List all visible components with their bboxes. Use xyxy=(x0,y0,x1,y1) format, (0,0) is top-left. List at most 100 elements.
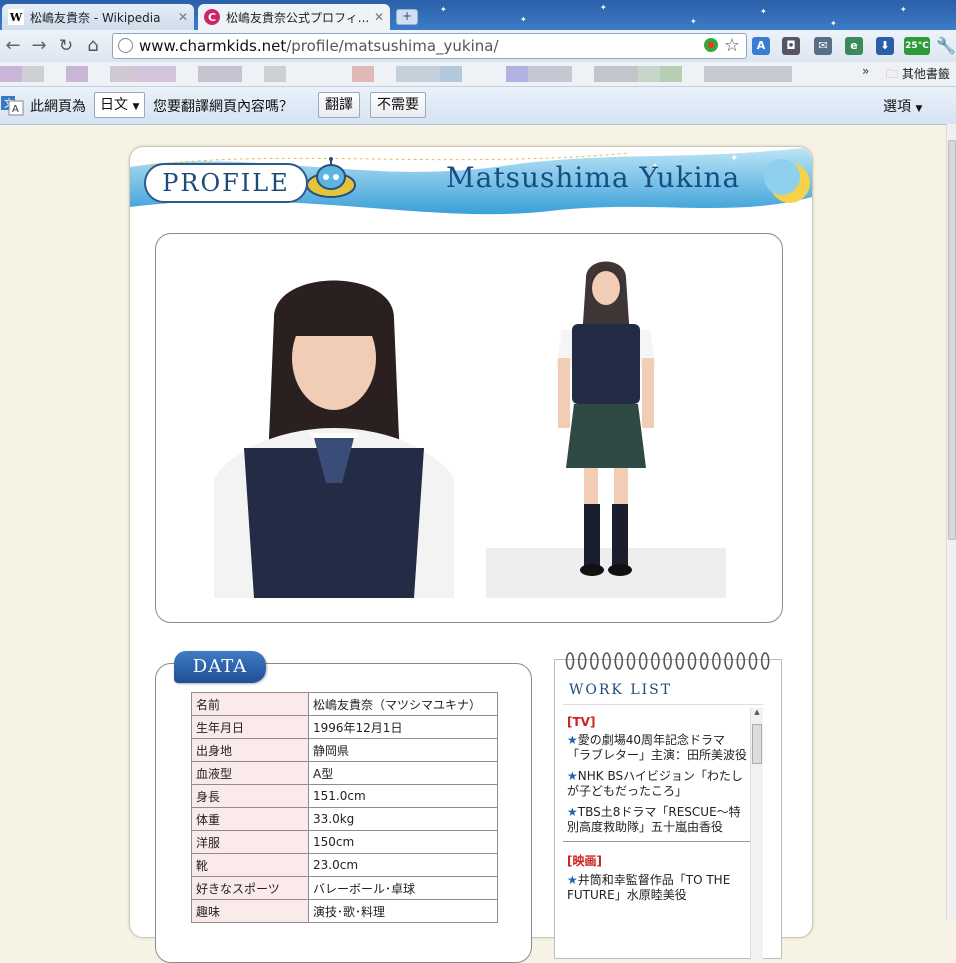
translate-question: 您要翻譯網頁內容嗎？ xyxy=(153,99,293,115)
browser-toolbar: ← → ↻ ⌂ www.charmkids.net/profile/matsus… xyxy=(0,30,956,62)
photo-frame xyxy=(155,233,783,623)
mail-icon[interactable]: ✉ xyxy=(814,37,832,55)
star-decoration: ✦ xyxy=(440,5,447,14)
other-bookmarks[interactable]: 🗀 其他書籤 xyxy=(886,65,950,86)
work-list-panel: WORK LIST [TV] ★愛の劇場40周年記念ドラマ「ラブレター」主演：田… xyxy=(554,659,782,961)
work-list-scrollbar-thumb[interactable] xyxy=(752,724,762,764)
folder-icon: 🗀 xyxy=(886,67,899,81)
work-item-text: 愛の劇場40周年記念ドラマ「ラブレター」主演：田所美波役 xyxy=(567,733,748,762)
data-value: 150cm xyxy=(308,830,498,854)
star-decoration: ✦ xyxy=(830,19,837,28)
tab-strip: ✦ ✦ ✦ ✦ ✦ ✦ ✦ W 松嶋友貴奈 - Wikipedia ✕ C 松嶋… xyxy=(0,0,956,30)
profile-banner: ✦ ✦ ✦ ✦ PROFILE Matsushima Yukina xyxy=(130,147,812,219)
divider xyxy=(563,841,753,842)
data-value: 23.0cm xyxy=(308,853,498,877)
work-item-text: TBS土8ドラマ「RESCUE～特別高度救助隊」五十嵐由香役 xyxy=(567,805,741,834)
url-text: www.charmkids.net/profile/matsushima_yuk… xyxy=(139,37,499,55)
language-select-value: 日文 xyxy=(100,97,128,113)
close-icon[interactable]: ✕ xyxy=(374,10,384,24)
data-key: 体重 xyxy=(191,807,309,831)
notebook-ring xyxy=(748,652,758,670)
data-key: 名前 xyxy=(191,692,309,716)
back-button[interactable]: ← xyxy=(2,35,24,57)
table-row: 名前 松嶋友貴奈（マツシマユキナ） xyxy=(191,692,498,716)
tab-label: 松嶋友貴奈公式プロフィ... xyxy=(226,10,370,25)
work-item-text: NHK BSハイビジョン「わたしが子どもだったころ」 xyxy=(567,769,743,798)
chevron-down-icon: ▼ xyxy=(915,104,923,114)
data-key: 血液型 xyxy=(191,761,309,785)
profile-card: ✦ ✦ ✦ ✦ PROFILE Matsushima Yukina DATA 名… xyxy=(129,146,813,963)
data-key: 生年月日 xyxy=(191,715,309,739)
tab-wikipedia[interactable]: W 松嶋友貴奈 - Wikipedia ✕ xyxy=(2,4,194,30)
translate-button[interactable]: 翻譯 xyxy=(318,92,360,118)
page-scrollbar-thumb[interactable] xyxy=(948,140,956,540)
home-button[interactable]: ⌂ xyxy=(82,35,104,57)
notebook-ring xyxy=(699,652,709,670)
other-bookmarks-label: 其他書籤 xyxy=(901,67,950,81)
translate-extension-icon[interactable]: A xyxy=(752,37,770,55)
close-icon[interactable]: ✕ xyxy=(178,10,188,24)
star-decoration: ✦ xyxy=(600,3,607,12)
translate-icon: 文 A xyxy=(1,96,24,116)
star-decoration: ✦ xyxy=(760,7,767,16)
translate-prefix: 此網頁為 xyxy=(30,99,86,115)
camera-icon[interactable]: ◘ xyxy=(782,37,800,55)
work-list-scrollbar[interactable]: ▲ xyxy=(750,708,763,960)
no-translate-button[interactable]: 不需要 xyxy=(370,92,426,118)
translate-options-menu[interactable]: 選項 ▼ xyxy=(883,96,922,116)
scroll-up-icon[interactable]: ▲ xyxy=(751,708,763,716)
data-value: 1996年12月1日 xyxy=(308,715,498,739)
extension-ring-icon[interactable] xyxy=(704,38,718,52)
weather-icon[interactable]: 25°C xyxy=(904,37,930,55)
table-row: 身長 151.0cm xyxy=(191,784,498,808)
charmkids-icon: C xyxy=(204,9,220,25)
data-key: 出身地 xyxy=(191,738,309,762)
data-value: 静岡県 xyxy=(308,738,498,762)
data-key: 洋服 xyxy=(191,830,309,854)
notebook-ring xyxy=(590,652,599,670)
data-label: DATA xyxy=(174,651,266,683)
bookmark-star-icon[interactable]: ☆ xyxy=(724,35,740,56)
work-category-movie: [映画] xyxy=(567,854,602,868)
bookmarks-overflow-chevron[interactable]: » xyxy=(862,64,869,78)
bookmarks-bar: » 🗀 其他書籤 xyxy=(0,62,956,87)
data-key: 趣味 xyxy=(191,899,309,923)
globe-icon xyxy=(118,38,133,53)
notebook-ring xyxy=(614,652,624,670)
reload-button[interactable]: ↻ xyxy=(55,35,77,57)
translate-options-label: 選項 xyxy=(883,99,911,115)
tab-charmkids[interactable]: C 松嶋友貴奈公式プロフィ... ✕ xyxy=(198,4,390,30)
language-select[interactable]: 日文 ▼ xyxy=(94,92,146,118)
table-row: 生年月日 1996年12月1日 xyxy=(191,715,498,739)
download-icon[interactable]: ⬇ xyxy=(876,37,894,55)
star-decoration: ✦ xyxy=(520,15,527,24)
notebook-ring xyxy=(565,652,575,670)
notebook-ring xyxy=(663,652,672,670)
list-item: ★井筒和幸監督作品「TO THE FUTURE」水原睦美役 xyxy=(567,873,749,903)
star-decoration: ✦ xyxy=(900,5,907,14)
work-list-scroll-area[interactable]: [TV] ★愛の劇場40周年記念ドラマ「ラブレター」主演：田所美波役 ★NHK … xyxy=(563,704,763,961)
address-bar[interactable]: www.charmkids.net/profile/matsushima_yuk… xyxy=(112,33,747,59)
notebook-ring xyxy=(724,652,733,670)
table-row: 好きなスポーツ バレーボール･卓球 xyxy=(191,876,498,900)
star-decoration: ✦ xyxy=(690,17,697,26)
table-row: 靴 23.0cm xyxy=(191,853,498,877)
table-row: 血液型 A型 xyxy=(191,761,498,785)
data-value: 松嶋友貴奈（マツシマユキナ） xyxy=(308,692,498,716)
notebook-ring xyxy=(675,652,685,670)
new-tab-button[interactable]: + xyxy=(396,9,418,25)
forward-button[interactable]: → xyxy=(28,35,50,57)
data-key: 好きなスポーツ xyxy=(191,876,309,900)
table-row: 体重 33.0kg xyxy=(191,807,498,831)
tab-label: 松嶋友貴奈 - Wikipedia xyxy=(30,10,161,25)
notebook-ring xyxy=(687,652,697,670)
wikipedia-icon: W xyxy=(8,9,24,25)
full-body-photo xyxy=(486,258,726,598)
ie-tab-icon[interactable]: e xyxy=(845,37,863,55)
notebook-rings-graphic xyxy=(565,652,770,670)
table-row: 趣味 演技･歌･料理 xyxy=(191,899,498,923)
table-row: 洋服 150cm xyxy=(191,830,498,854)
wrench-icon[interactable]: 🔧 xyxy=(936,37,956,55)
page-scrollbar[interactable] xyxy=(946,124,956,920)
list-item: ★NHK BSハイビジョン「わたしが子どもだったころ」 xyxy=(567,769,749,799)
